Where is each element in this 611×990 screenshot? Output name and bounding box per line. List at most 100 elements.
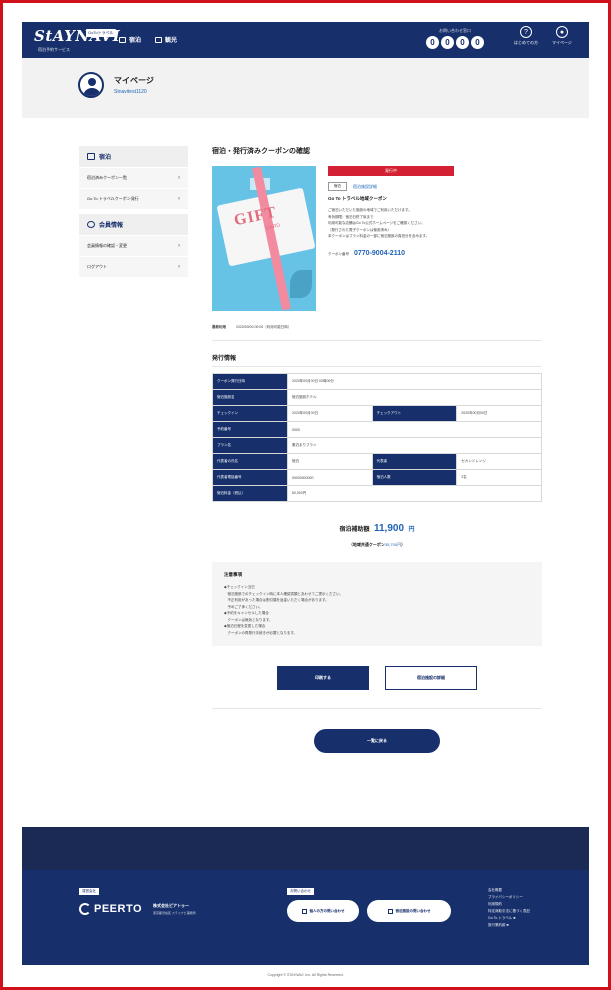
table-row: 代表者電話番号 09000000000 宿泊人数 2名 [212, 469, 542, 486]
chevron-right-icon: › [178, 196, 180, 202]
sidebar-group-member: 会員情報 会員情報の確認・変更 › ログアウト › [79, 214, 188, 277]
table-row: 予約番号 0000 [212, 421, 542, 438]
usage-label: 最新利用 [212, 325, 226, 329]
table-cell: 0000 [287, 421, 542, 438]
building-icon [387, 908, 393, 914]
nav-sightseeing-label: 観光 [165, 38, 178, 44]
table-header-cell: 代表者電話番号 [212, 469, 288, 486]
gift-card-image: GIFT CARD [212, 166, 316, 311]
coupon-line: 本クーポンはプラン料金の一部に宿泊施設の負担分を含みます。 [328, 234, 430, 238]
nav-sightseeing[interactable]: 観光 [155, 35, 177, 44]
header-nav: 宿泊 観光 [119, 35, 177, 44]
help-button[interactable]: ? はじめての方 [514, 26, 538, 46]
phone-label: お問い合わせ窓口 [439, 28, 471, 33]
sidebar-item-coupons[interactable]: 宿泊済みクーポン一覧 › [79, 167, 188, 188]
person-icon [301, 908, 307, 914]
mypage-band: マイページ Stnavitest1120 [22, 58, 589, 118]
question-icon: ? [520, 26, 532, 38]
avatar [78, 72, 104, 98]
bed-icon [87, 153, 95, 160]
footer-link[interactable]: 特定商取引法に基づく表記 [488, 908, 530, 915]
business-inquiry-label: 宿泊施設の問い合わせ [395, 908, 431, 913]
usage-value: 2020/00/00 00:00（利用可能日時） [236, 325, 292, 329]
table-header-cell: 予約番号 [212, 421, 288, 438]
sidebar-item-goto-coupon[interactable]: Go To トラベルクーポン発行 › [79, 188, 188, 209]
coupon-name: Go To トラベル地域クーポン [328, 196, 387, 201]
bed-icon [119, 36, 126, 43]
business-inquiry-button[interactable]: 宿泊施設の問い合わせ [367, 900, 451, 922]
inquiry-label: お問い合わせ [287, 888, 314, 895]
phone-digit: 0 [456, 36, 469, 49]
usage-row: 最新利用 2020/00/00 00:00（利用可能日時） [212, 325, 542, 341]
footer-link[interactable]: プライバシーポリシー [488, 894, 530, 901]
subsidy-sub-suffix: ） [401, 542, 406, 547]
page: StAYNAVI GoToトラベル 宿泊予約サービス 宿泊 観光 お問い合わせ窓… [22, 22, 589, 990]
subsidy-label: 宿泊補助額 [339, 527, 370, 533]
phone-digit: 0 [441, 36, 454, 49]
sidebar-heading-label: 会員情報 [99, 223, 124, 229]
section-title: 発行情報 [212, 353, 542, 367]
peerto-logo-icon [79, 903, 91, 915]
notice-title: 注意事項 [224, 572, 242, 577]
peerto-logo[interactable]: PEERTO [79, 903, 142, 915]
mypage-label: マイページ [552, 40, 572, 45]
coupon-code-label: クーポン番号 [328, 251, 349, 256]
table-header-cell: チェックアウト [371, 405, 458, 422]
peerto-logo-text: PEERTO [94, 903, 143, 915]
divider [212, 708, 542, 709]
subsidy-sub-prefix: （地域共通クーポン [348, 542, 385, 547]
table-header-cell: クーポン発行日時 [212, 373, 288, 390]
page-heading: マイページ [114, 76, 154, 85]
nav-lodging-label: 宿泊 [129, 38, 142, 44]
category-tag: 宿泊 [328, 182, 347, 191]
table-header-cell: プラン名 [212, 437, 288, 454]
sidebar-heading-member: 会員情報 [79, 214, 188, 235]
corp-sub: 東京都渋谷区 ステイナビ事務局 [153, 911, 196, 915]
footer-link[interactable]: 会社概要 [488, 887, 530, 894]
table-row: チェックイン 2020年00月00日 チェックアウト 2020年00月00日 [212, 405, 542, 422]
facility-detail-button[interactable]: 宿泊施設の詳細 [385, 666, 477, 690]
sidebar-item-label: ログアウト [87, 264, 107, 269]
main-content: 宿泊・発行済みクーポンの確認 GIFT CARD 発行中 宿泊 宿泊施設詳細 G… [212, 146, 542, 753]
table-cell: 2名 [456, 469, 542, 486]
user-icon [87, 221, 95, 228]
notice-line: クーポンの再発行手続きが必要となります。 [224, 630, 298, 635]
subsidy-amount: 11,900 [373, 523, 405, 534]
footer-top-band [22, 827, 589, 870]
back-to-list-button[interactable]: 一覧に戻る [314, 729, 440, 753]
page-title: 宿泊・発行済みクーポンの確認 [212, 148, 310, 155]
print-button[interactable]: 印刷する [277, 666, 369, 690]
help-label: はじめての方 [514, 40, 538, 45]
phone-digit: 0 [471, 36, 484, 49]
table-cell: 宿泊 [287, 453, 373, 470]
phone-contact[interactable]: お問い合わせ窓口 0 0 0 0 [426, 28, 484, 49]
sidebar-item-label: Go To トラベルクーポン発行 [87, 196, 139, 201]
chevron-right-icon: › [178, 175, 180, 181]
sidebar-item-member-info[interactable]: 会員情報の確認・変更 › [79, 235, 188, 256]
footer-link[interactable]: 利用規約 [488, 901, 530, 908]
staynavi-logo[interactable]: StAYNAVI GoToトラベル 宿泊予約サービス [34, 27, 120, 55]
coupon-description: ご宿泊いただいた施設の地域でご利用いただけます。 有効期限：宿泊日終了後まで 利… [328, 207, 542, 240]
username: Stnavitest1120 [114, 89, 147, 95]
sidebar-heading-label: 宿泊 [99, 155, 112, 161]
table-header-cell: 代表者の氏名 [212, 453, 288, 470]
sidebar-item-label: 会員情報の確認・変更 [87, 243, 127, 248]
table-row: 宿泊料金（税込） 60,000円 [212, 485, 542, 502]
footer-link[interactable]: 旅行業約款 ■ [488, 922, 530, 929]
sidebar-item-logout[interactable]: ログアウト › [79, 256, 188, 277]
mypage-button[interactable]: ● マイページ [552, 26, 572, 46]
sidebar-item-label: 宿泊済みクーポン一覧 [87, 175, 127, 180]
status-badge: 発行中 [328, 166, 454, 176]
facility-detail-link[interactable]: 宿泊施設詳細 [353, 184, 377, 190]
individual-inquiry-button[interactable]: 個人の方の問い合わせ [287, 900, 359, 922]
nav-lodging[interactable]: 宿泊 [119, 35, 141, 44]
notice-box: 注意事項 ◆チェックイン当日 宿泊施設でのチェックイン時に本人確認書類とあわせて… [212, 562, 542, 646]
issue-info-table: クーポン発行日時 2020年00月00日 00時00分 宿泊施設名 宿泊施設ホテル … [212, 373, 542, 502]
operator-label: 運営会社 [79, 888, 99, 895]
footer: 運営会社 PEERTO 株式会社ピアトゥー 東京都渋谷区 ステイナビ事務局 お問… [22, 870, 589, 965]
table-cell: セカンドレンジ [456, 453, 542, 470]
table-header-cell: 代表者 [371, 453, 458, 470]
coupon-info: 発行中 宿泊 宿泊施設詳細 Go To トラベル地域クーポン ご宿泊いただいた施… [328, 166, 542, 311]
table-cell: 2020年00月00日 [287, 405, 373, 422]
footer-link[interactable]: Go To トラベル ■ [488, 915, 530, 922]
